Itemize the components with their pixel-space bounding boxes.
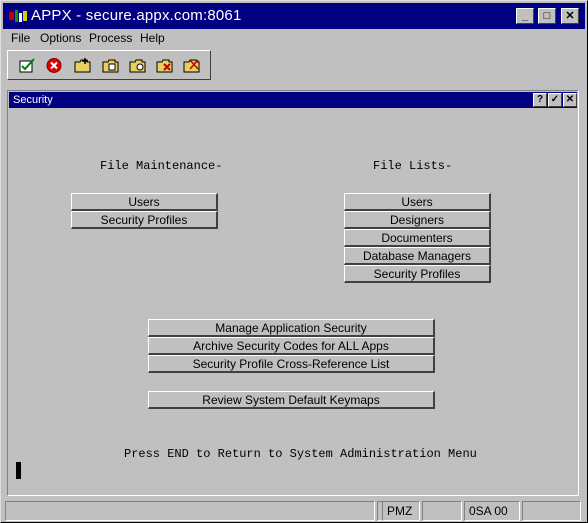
menu-file[interactable]: File (11, 31, 30, 45)
app-window: APPX - secure.appx.com:8061 _ □ ✕ File O… (0, 0, 588, 523)
status-application: 0SA 00 (464, 501, 520, 521)
folder-edit-icon[interactable] (102, 57, 120, 74)
close-icon: ✕ (565, 10, 575, 22)
list-designers-button[interactable]: Designers (344, 211, 491, 229)
maintenance-users-button[interactable]: Users (71, 193, 218, 211)
list-database-managers-button[interactable]: Database Managers (344, 247, 491, 265)
status-extra (522, 501, 581, 521)
folder-check-icon[interactable] (183, 57, 201, 74)
list-security-profiles-button[interactable]: Security Profiles (344, 265, 491, 283)
text-cursor (16, 462, 21, 479)
review-system-default-keymaps-button[interactable]: Review System Default Keymaps (148, 391, 435, 409)
status-message (5, 501, 375, 521)
status-empty (422, 501, 462, 521)
menu-options[interactable]: Options (40, 31, 81, 45)
maintenance-security-profiles-button[interactable]: Security Profiles (71, 211, 218, 229)
menu-process[interactable]: Process (89, 31, 132, 45)
archive-security-codes-button[interactable]: Archive Security Codes for ALL Apps (148, 337, 435, 355)
checkmark-icon: ✓ (550, 94, 560, 105)
help-icon: ? (536, 94, 544, 105)
file-lists-heading: File Lists- (373, 159, 453, 173)
list-documenters-button[interactable]: Documenters (344, 229, 491, 247)
folder-add-icon[interactable] (74, 57, 92, 74)
security-title: Security (13, 94, 53, 106)
maximize-icon: □ (543, 10, 551, 22)
window-title: APPX - secure.appx.com:8061 (31, 7, 242, 24)
status-bar: PMZ 0SA 00 (3, 501, 585, 521)
minimize-button[interactable]: _ (516, 8, 534, 24)
security-close-button[interactable]: ✕ (563, 93, 577, 107)
maximize-button[interactable]: □ (538, 8, 556, 24)
minimize-icon: _ (521, 10, 529, 22)
security-window: Security ? ✓ ✕ File Maintenance- File Li… (7, 90, 579, 496)
toolbar (7, 50, 211, 80)
manage-application-security-button[interactable]: Manage Application Security (148, 319, 435, 337)
appx-logo-icon (8, 9, 28, 23)
security-profile-cross-reference-button[interactable]: Security Profile Cross-Reference List (148, 355, 435, 373)
menu-help[interactable]: Help (140, 31, 165, 45)
folder-delete-icon[interactable] (156, 57, 174, 74)
footer-instruction: Press END to Return to System Administra… (124, 447, 477, 461)
title-bar[interactable]: APPX - secure.appx.com:8061 _ □ ✕ (3, 3, 585, 29)
help-button[interactable]: ? (533, 93, 547, 107)
ok-button[interactable]: ✓ (548, 93, 562, 107)
cancel-icon[interactable] (45, 57, 63, 74)
close-icon: ✕ (565, 94, 575, 105)
folder-search-icon[interactable] (129, 57, 147, 74)
security-title-bar[interactable]: Security ? ✓ ✕ (9, 92, 577, 108)
menu-bar: File Options Process Help (3, 30, 585, 48)
check-document-icon[interactable] (18, 57, 36, 74)
file-maintenance-heading: File Maintenance- (100, 159, 223, 173)
close-button[interactable]: ✕ (561, 8, 579, 24)
status-pmz: PMZ (382, 501, 420, 521)
list-users-button[interactable]: Users (344, 193, 491, 211)
